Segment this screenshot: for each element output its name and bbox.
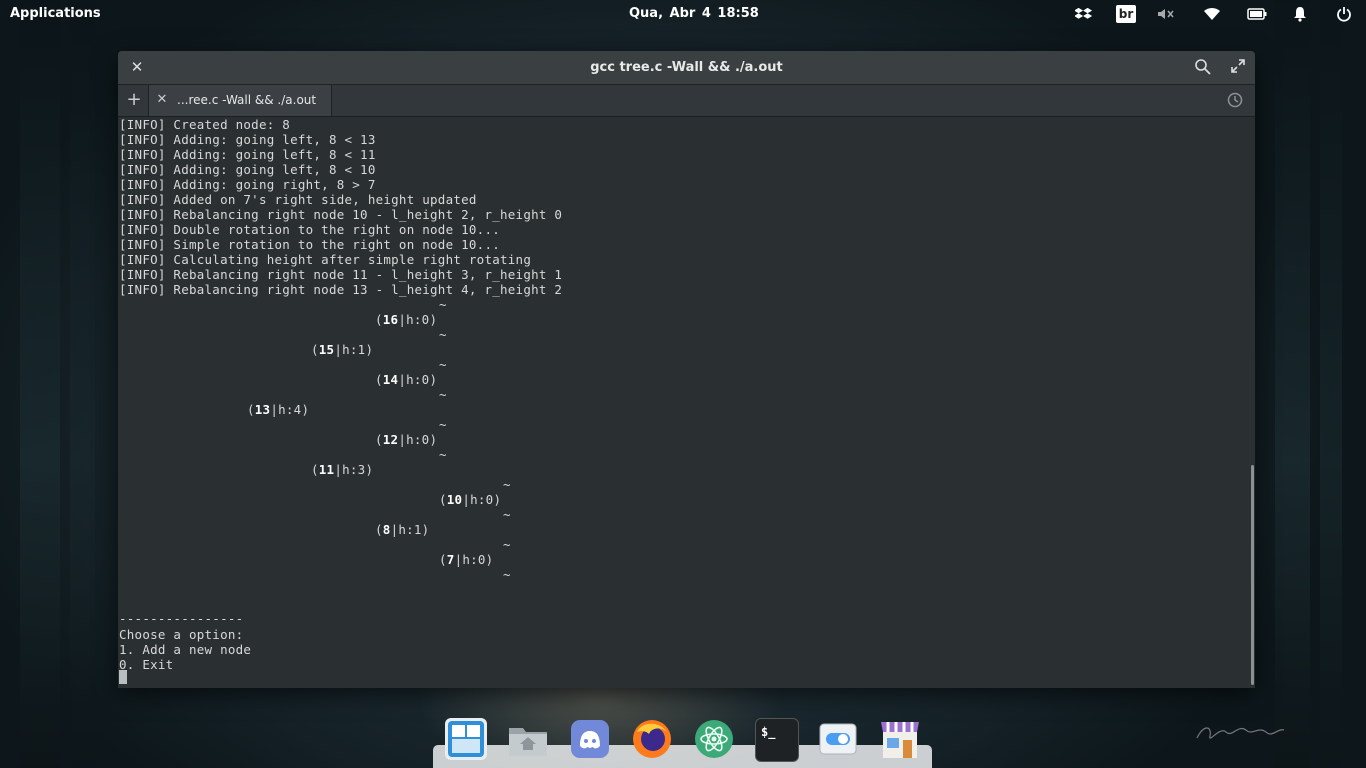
appcenter-icon[interactable] (879, 718, 921, 760)
tab-terminal[interactable]: ✕ ...ree.c -Wall && ./a.out (148, 85, 332, 116)
terminal-icon[interactable]: $_ (755, 718, 799, 762)
null-marker: ~ (503, 477, 511, 492)
window-titlebar[interactable]: ✕ gcc tree.c -Wall && ./a.out (118, 51, 1255, 85)
firefox-icon[interactable] (631, 718, 673, 760)
discord-icon[interactable] (569, 718, 611, 760)
terminal-icon-text: $_ (761, 725, 776, 739)
wallpaper-tree (20, 0, 60, 768)
search-icon[interactable] (1194, 58, 1214, 78)
wifi-icon[interactable] (1202, 5, 1222, 23)
new-tab-button[interactable]: + (124, 89, 144, 111)
windows-tiles-icon[interactable] (445, 718, 487, 760)
terminal-output[interactable]: [INFO] Created node: 8 [INFO] Adding: go… (118, 117, 1255, 688)
tree-node: (13|h:4) (247, 402, 310, 417)
tree-node: (8|h:1) (375, 522, 430, 537)
scrollbar[interactable] (1251, 465, 1254, 685)
terminal-window: ✕ gcc tree.c -Wall && ./a.out + ✕ ...ree… (118, 51, 1255, 688)
tree-node: (14|h:0) (375, 372, 438, 387)
log-line: [INFO] Double rotation to the right on n… (119, 222, 501, 237)
null-marker: ~ (503, 507, 511, 522)
maximize-icon[interactable] (1230, 58, 1250, 78)
log-line: [INFO] Simple rotation to the right on n… (119, 237, 501, 252)
null-marker: ~ (439, 387, 447, 402)
log-line: [INFO] Calculating height after simple r… (119, 252, 532, 267)
wallpaper-tree (1275, 0, 1310, 768)
battery-icon[interactable] (1247, 5, 1267, 23)
null-marker: ~ (439, 417, 447, 432)
keyboard-layout-indicator[interactable]: br (1116, 5, 1136, 23)
menu-item: 1. Add a new node (119, 642, 252, 657)
tab-bar: + ✕ ...ree.c -Wall && ./a.out (118, 85, 1255, 117)
history-icon[interactable] (1226, 91, 1246, 111)
tree-node: (12|h:0) (375, 432, 438, 447)
log-line: [INFO] Adding: going left, 8 < 10 (119, 162, 376, 177)
null-marker: ~ (439, 297, 447, 312)
artist-signature (1192, 720, 1292, 748)
power-icon[interactable] (1334, 5, 1354, 23)
tree-node: (10|h:0) (439, 492, 502, 507)
switchboard-settings-icon[interactable] (817, 718, 859, 760)
log-line: [INFO] Rebalancing right node 10 - l_hei… (119, 207, 563, 222)
top-panel: Applications Qua, Abr 4 18:58 br (0, 0, 1366, 28)
log-line: [INFO] Added on 7's right side, height u… (119, 192, 477, 207)
window-title: gcc tree.c -Wall && ./a.out (590, 60, 783, 75)
tab-close-icon[interactable]: ✕ (155, 91, 169, 109)
wallpaper-tree (1320, 0, 1342, 768)
log-line: [INFO] Rebalancing right node 13 - l_hei… (119, 282, 563, 297)
null-marker: ~ (439, 447, 447, 462)
null-marker: ~ (503, 537, 511, 552)
dropbox-icon[interactable] (1074, 5, 1094, 23)
menu-separator: ---------------- (119, 611, 244, 626)
log-line: [INFO] Adding: going left, 8 < 13 (119, 132, 376, 147)
volume-muted-icon[interactable] (1156, 5, 1176, 23)
date-time-indicator[interactable]: Qua, Abr 4 18:58 (629, 6, 759, 21)
atom-icon[interactable] (693, 718, 735, 760)
notifications-bell-icon[interactable] (1290, 5, 1310, 23)
menu-prompt: Choose a option: (119, 627, 244, 642)
files-icon[interactable] (507, 718, 549, 760)
wallpaper-tree (70, 0, 95, 768)
null-marker: ~ (503, 567, 511, 582)
tree-node: (11|h:3) (311, 462, 374, 477)
null-marker: ~ (439, 327, 447, 342)
applications-menu[interactable]: Applications (10, 6, 101, 21)
tab-label: ...ree.c -Wall && ./a.out (177, 93, 317, 107)
log-line: [INFO] Adding: going right, 8 > 7 (119, 177, 376, 192)
log-line: [INFO] Adding: going left, 8 < 11 (119, 147, 376, 162)
tree-node: (15|h:1) (311, 342, 374, 357)
tree-node: (16|h:0) (375, 312, 438, 327)
tree-node: (7|h:0) (439, 552, 494, 567)
log-line: [INFO] Rebalancing right node 11 - l_hei… (119, 267, 563, 282)
terminal-cursor (119, 670, 127, 684)
menu-item: 0. Exit (119, 657, 174, 672)
null-marker: ~ (439, 357, 447, 372)
log-line: [INFO] Created node: 8 (119, 117, 291, 132)
